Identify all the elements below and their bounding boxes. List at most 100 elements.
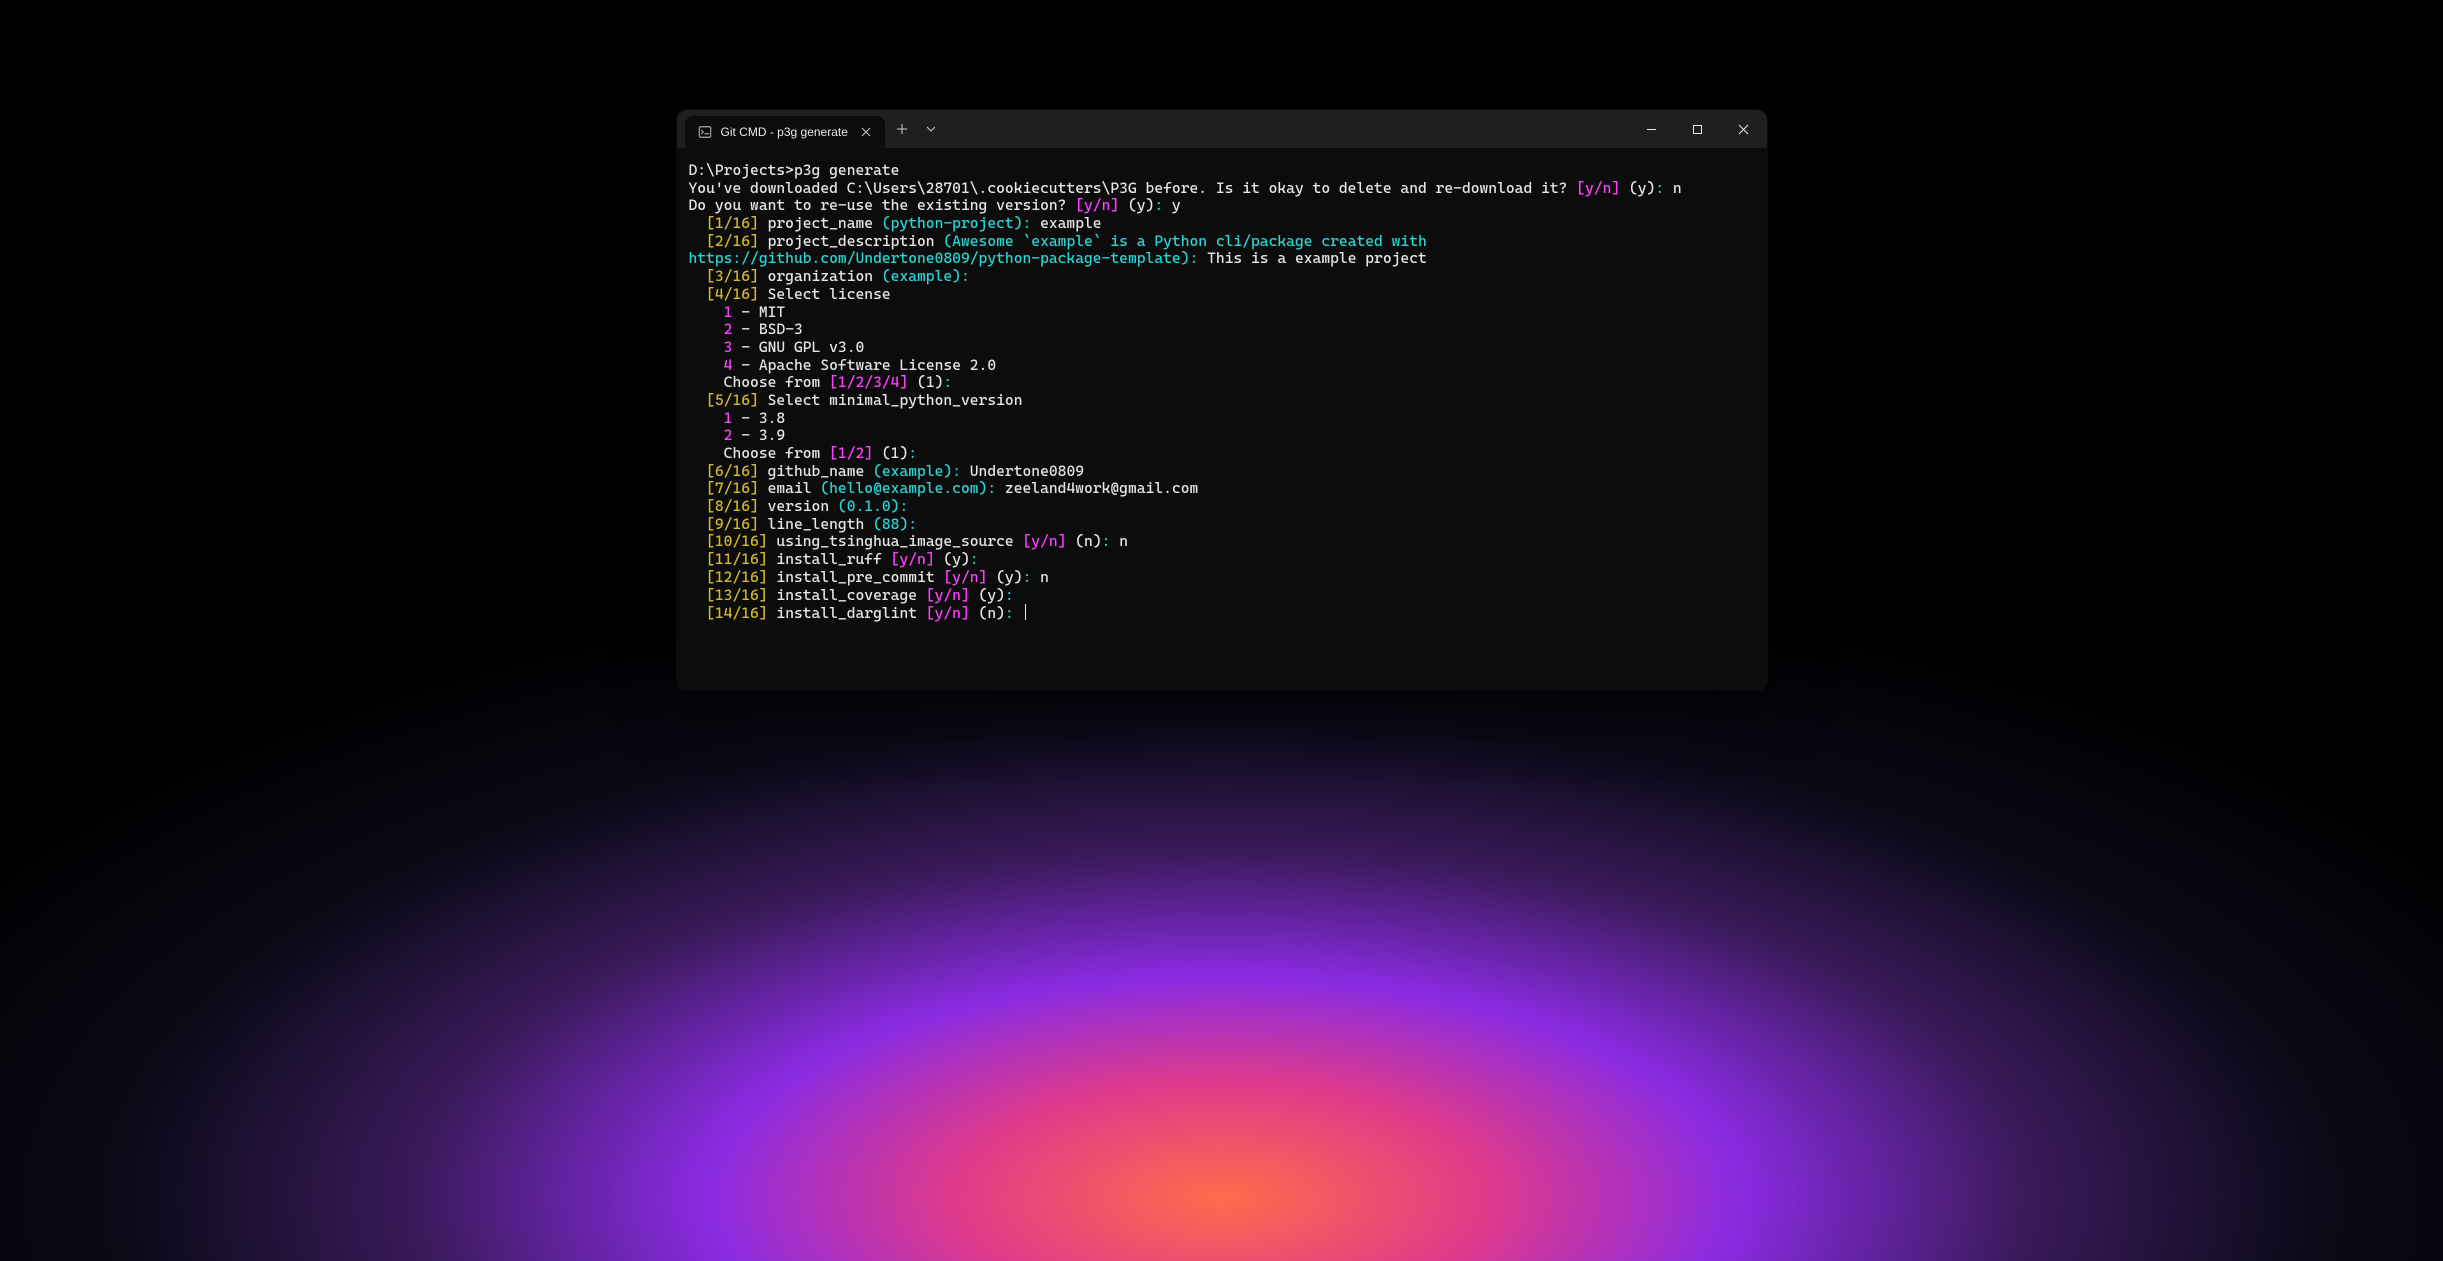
colon: :	[987, 479, 1005, 497]
yn-hint: [y/n]	[926, 586, 970, 604]
dash: -	[732, 303, 758, 321]
step-label: Select minimal_python_version	[759, 391, 1023, 409]
step-index: [4/16]	[706, 285, 759, 303]
choose-default: (1)	[908, 373, 943, 391]
dash: -	[732, 356, 758, 374]
colon: :	[943, 373, 952, 391]
colon: :	[1154, 196, 1172, 214]
dash: -	[732, 409, 758, 427]
download-default: (y)	[1620, 179, 1655, 197]
step-index: [10/16]	[706, 532, 768, 550]
colon: :	[1005, 604, 1023, 622]
prompt: D:\Projects>	[689, 161, 794, 179]
titlebar-drag-area[interactable]	[943, 110, 1629, 148]
step-default: (example)	[873, 462, 952, 480]
window-controls	[1629, 110, 1767, 148]
step-default: (hello@example.com)	[820, 479, 987, 497]
choose-pre: Choose from	[689, 444, 830, 462]
yn-hint: [y/n]	[1576, 179, 1620, 197]
step-default: (python-project)	[882, 214, 1023, 232]
step-label: install_coverage	[768, 586, 926, 604]
download-msg: You've downloaded C:\Users\28701\.cookie…	[689, 179, 1577, 197]
step-default: (y)	[935, 550, 970, 568]
step-label: install_darglint	[768, 604, 926, 622]
step-index: [9/16]	[706, 515, 759, 533]
step-default: (example)	[882, 267, 961, 285]
dash: -	[732, 338, 758, 356]
step-index: [5/16]	[706, 391, 759, 409]
colon: :	[908, 515, 917, 533]
titlebar[interactable]: Git CMD - p3g generate	[677, 110, 1767, 148]
step-default: (n)	[970, 604, 1005, 622]
terminal-output[interactable]: D:\Projects>p3g generate You've download…	[677, 148, 1767, 690]
step-answer: example	[1040, 214, 1102, 232]
reuse-default: (y)	[1119, 196, 1154, 214]
colon: :	[1023, 568, 1041, 586]
tab-active[interactable]: Git CMD - p3g generate	[685, 116, 885, 148]
reuse-answer: y	[1172, 196, 1181, 214]
step-index: [2/16]	[706, 232, 759, 250]
colon: :	[1005, 586, 1014, 604]
license-option-name: MIT	[759, 303, 785, 321]
terminal-icon	[697, 124, 713, 140]
step-answer: n	[1119, 532, 1128, 550]
tab-close-button[interactable]	[857, 123, 875, 141]
dash: -	[732, 320, 758, 338]
step-default-url: https://github.com/Undertone0809/python-…	[689, 249, 1181, 267]
step-answer: zeeland4work@gmail.com	[1005, 479, 1198, 497]
step-index: [8/16]	[706, 497, 759, 515]
step-label: Select license	[759, 285, 891, 303]
step-index: [12/16]	[706, 568, 768, 586]
step-default: (0.1.0)	[838, 497, 900, 515]
close-button[interactable]	[1721, 110, 1767, 148]
maximize-button[interactable]	[1675, 110, 1721, 148]
colon: :	[970, 550, 979, 568]
reuse-prompt: Do you want to re-use the existing versi…	[689, 196, 1076, 214]
choose-default: (1)	[873, 444, 908, 462]
yn-hint: [y/n]	[926, 604, 970, 622]
step-label: github_name	[759, 462, 873, 480]
step-label: organization	[759, 267, 882, 285]
step-index: [3/16]	[706, 267, 759, 285]
step-index: [1/16]	[706, 214, 759, 232]
colon: :	[961, 267, 970, 285]
choose-range: [1/2/3/4]	[829, 373, 908, 391]
step-default: (y)	[970, 586, 1005, 604]
minimize-button[interactable]	[1629, 110, 1675, 148]
colon: :	[1189, 249, 1207, 267]
download-answer: n	[1673, 179, 1682, 197]
tab-title: Git CMD - p3g generate	[721, 125, 848, 139]
terminal-window: Git CMD - p3g generate D:\Projects>p3g g…	[677, 110, 1767, 690]
step-label: project_name	[759, 214, 882, 232]
step-default: (y)	[987, 568, 1022, 586]
step-label: install_ruff	[768, 550, 891, 568]
step-label: install_pre_commit	[768, 568, 944, 586]
yn-hint: [y/n]	[1023, 532, 1067, 550]
step-default: (n)	[1066, 532, 1101, 550]
step-default: (88)	[873, 515, 908, 533]
colon: :	[1655, 179, 1673, 197]
colon: :	[952, 462, 970, 480]
cursor	[1025, 604, 1026, 620]
new-tab-button[interactable]	[885, 110, 919, 148]
pyver-option-name: 3.8	[759, 409, 785, 427]
step-label: using_tsinghua_image_source	[768, 532, 1023, 550]
step-index: [6/16]	[706, 462, 759, 480]
step-answer: Undertone0809	[970, 462, 1084, 480]
dash: -	[732, 426, 758, 444]
step-default-pre: (Awesome `example` is a Python cli/packa…	[943, 232, 1426, 250]
yn-hint: [y/n]	[891, 550, 935, 568]
step-index: [11/16]	[706, 550, 768, 568]
yn-hint: [y/n]	[1075, 196, 1119, 214]
colon: :	[1102, 532, 1120, 550]
command-text: p3g generate	[794, 161, 899, 179]
colon: :	[1022, 214, 1040, 232]
step-index: [13/16]	[706, 586, 768, 604]
choose-range: [1/2]	[829, 444, 873, 462]
step-answer: n	[1040, 568, 1049, 586]
step-index: [7/16]	[706, 479, 759, 497]
yn-hint: [y/n]	[943, 568, 987, 586]
choose-pre: Choose from	[689, 373, 830, 391]
tab-dropdown-button[interactable]	[919, 110, 943, 148]
pyver-option-name: 3.9	[759, 426, 785, 444]
